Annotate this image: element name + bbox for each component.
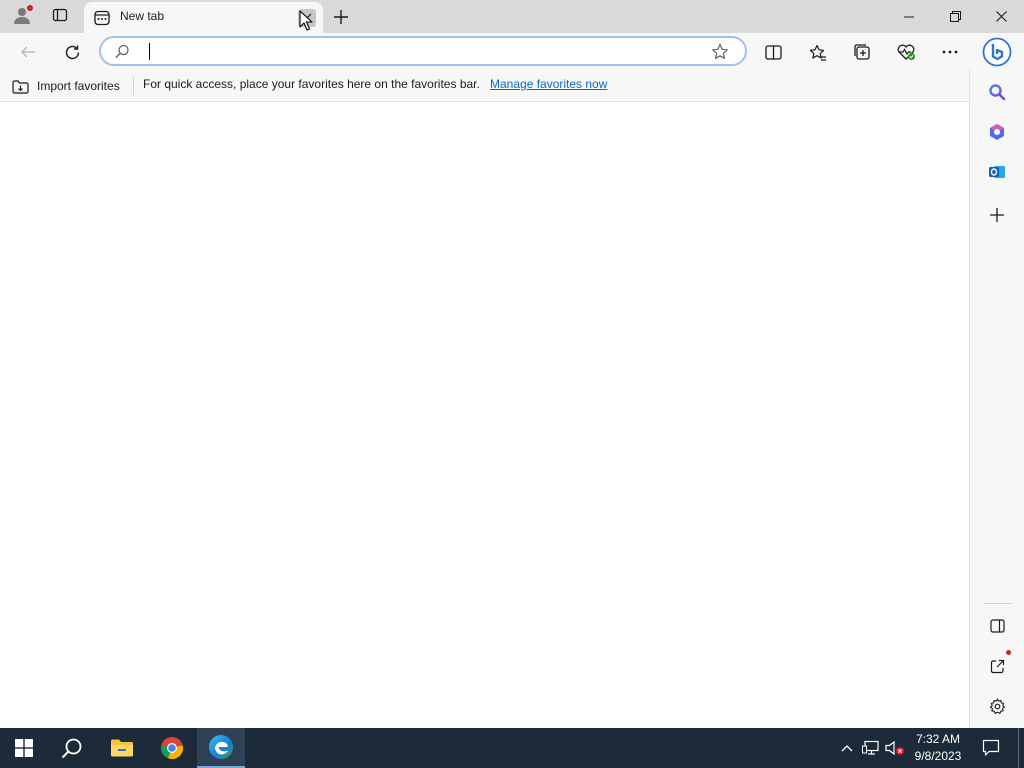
volume-button[interactable] xyxy=(884,728,906,768)
file-explorer-button[interactable] xyxy=(98,728,146,768)
edge-sidebar xyxy=(969,70,1024,728)
tab-actions-button[interactable] xyxy=(45,0,75,33)
show-hidden-icons-button[interactable] xyxy=(838,728,856,768)
action-center-button[interactable] xyxy=(976,728,1006,768)
new-tab-page-icon xyxy=(94,10,110,26)
manage-favorites-link[interactable]: Manage favorites now xyxy=(490,77,607,91)
edge-icon xyxy=(209,735,233,759)
sidebar-settings-button[interactable] xyxy=(983,692,1011,720)
folder-icon xyxy=(111,739,133,757)
favorites-bar-message: For quick access, place your favorites h… xyxy=(143,77,480,91)
notification-dot xyxy=(1006,650,1011,655)
sidebar-add-button[interactable] xyxy=(983,201,1011,229)
collections-icon xyxy=(854,44,870,60)
clock-date: 9/8/2023 xyxy=(914,749,962,763)
title-bar: New tab xyxy=(0,0,1024,33)
more-icon xyxy=(942,50,958,54)
favorites-divider xyxy=(133,77,134,95)
show-desktop-button[interactable] xyxy=(1018,728,1019,768)
add-favorite-button[interactable] xyxy=(711,43,729,64)
favorites-bar: Import favorites For quick access, place… xyxy=(0,70,969,102)
address-bar[interactable] xyxy=(99,36,747,66)
chrome-icon xyxy=(161,737,184,760)
gear-icon xyxy=(989,697,1005,714)
new-tab-button[interactable] xyxy=(328,0,354,33)
clock-time: 7:32 AM xyxy=(915,732,961,746)
sidebar-office-button[interactable] xyxy=(983,118,1011,146)
mouse-cursor xyxy=(299,10,313,31)
chevron-up-icon xyxy=(841,745,853,752)
search-icon xyxy=(115,44,130,62)
hide-sidebar-button[interactable] xyxy=(983,612,1011,640)
heart-pulse-icon xyxy=(897,44,915,60)
favorites-button[interactable] xyxy=(803,37,833,67)
close-icon xyxy=(995,11,1007,22)
plus-icon xyxy=(334,9,348,24)
plus-icon xyxy=(990,208,1004,222)
sidebar-search-button[interactable] xyxy=(983,78,1011,106)
minimize-icon xyxy=(904,16,914,17)
import-favorites-button[interactable]: Import favorites xyxy=(12,76,120,96)
search-icon xyxy=(989,84,1006,101)
edge-button[interactable] xyxy=(197,728,245,768)
import-favorites-label: Import favorites xyxy=(37,79,120,93)
star-icon xyxy=(712,43,728,59)
browser-essentials-button[interactable] xyxy=(891,37,921,67)
minimize-button[interactable] xyxy=(886,0,932,33)
taskbar-search-button[interactable] xyxy=(48,728,96,768)
external-link-icon xyxy=(990,659,1004,673)
tab-new-tab[interactable]: New tab xyxy=(84,2,323,33)
split-screen-icon xyxy=(764,44,782,60)
address-input[interactable] xyxy=(151,40,711,62)
refresh-icon xyxy=(65,45,79,59)
taskbar-clock[interactable]: 7:32 AM 9/8/2023 xyxy=(908,731,968,765)
tab-actions-icon xyxy=(52,7,68,26)
outlook-icon xyxy=(989,166,1005,178)
notification-icon xyxy=(982,739,1000,756)
taskbar: 7:32 AM 9/8/2023 xyxy=(0,728,1024,768)
office-icon xyxy=(990,124,1004,140)
sidebar-outlook-button[interactable] xyxy=(983,158,1011,186)
copilot-button[interactable] xyxy=(980,35,1014,69)
back-arrow-icon xyxy=(21,46,35,58)
collections-button[interactable] xyxy=(847,37,877,67)
windows-start-icon xyxy=(15,739,33,757)
network-icon xyxy=(862,740,879,755)
refresh-button[interactable] xyxy=(57,37,87,67)
hide-sidebar-icon xyxy=(989,619,1005,633)
tab-title: New tab xyxy=(120,9,165,23)
profile-button[interactable] xyxy=(6,0,38,33)
chrome-button[interactable] xyxy=(148,728,196,768)
split-screen-button[interactable] xyxy=(758,37,788,67)
open-external-button[interactable] xyxy=(983,650,1011,680)
text-caret xyxy=(149,43,150,60)
volume-muted-icon xyxy=(885,740,904,756)
restore-icon xyxy=(949,11,961,22)
import-icon xyxy=(12,79,29,94)
close-window-button[interactable] xyxy=(978,0,1024,33)
search-icon xyxy=(61,738,82,759)
restore-button[interactable] xyxy=(932,0,978,33)
page-content[interactable] xyxy=(0,103,969,728)
more-button[interactable] xyxy=(935,37,965,67)
notification-dot xyxy=(27,5,33,11)
favorites-icon xyxy=(809,44,826,61)
sidebar-divider xyxy=(984,603,1012,604)
bing-copilot-icon xyxy=(982,37,1012,67)
toolbar xyxy=(0,33,1024,70)
back-button[interactable] xyxy=(13,37,43,67)
start-button[interactable] xyxy=(0,728,48,768)
network-button[interactable] xyxy=(860,728,882,768)
